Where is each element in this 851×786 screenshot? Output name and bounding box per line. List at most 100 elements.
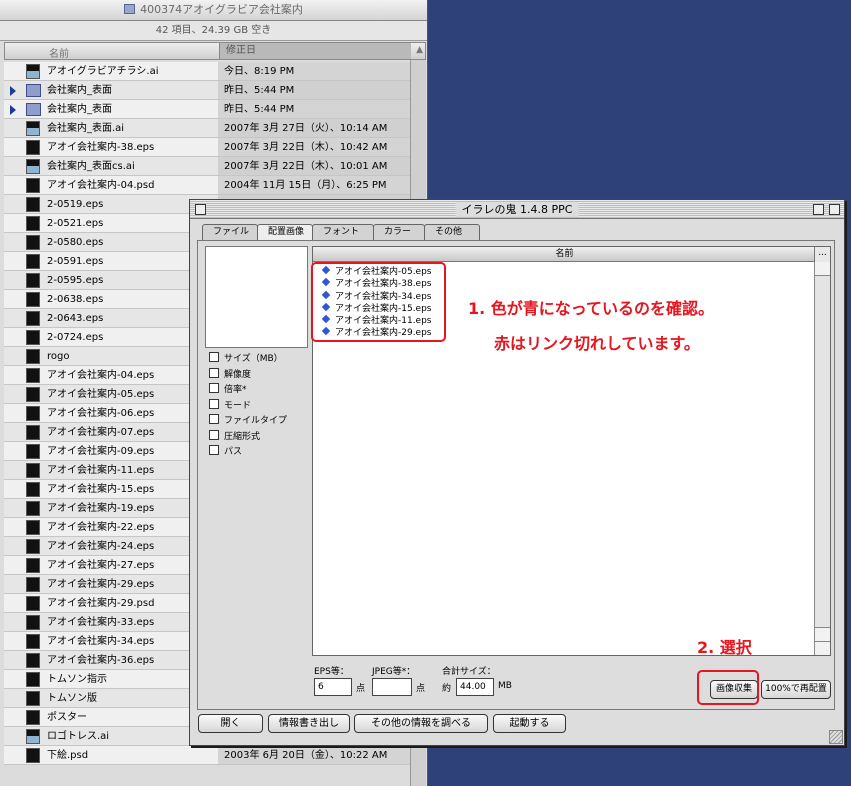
file-date: 昨日、5:44 PM <box>218 81 410 99</box>
file-name: ポスター <box>47 712 87 723</box>
file-row[interactable]: 会社案内_表面cs.ai 2007年 3月 22日（木）、10:01 AM <box>4 157 410 176</box>
info-checkbox[interactable]: 解像度 <box>209 367 287 384</box>
tab-placed-images[interactable]: 配置画像 <box>257 224 313 241</box>
file-name: 2-0519.eps <box>47 199 104 210</box>
checkbox-icon[interactable] <box>209 367 219 378</box>
tab-fonts[interactable]: フォント <box>312 224 374 240</box>
file-name: アオイグラビアチラシ.ai <box>47 66 159 77</box>
info-checkbox[interactable]: パス <box>209 445 287 461</box>
scroll-up-arrow-icon-2[interactable] <box>815 627 830 641</box>
file-icon <box>26 634 40 649</box>
file-row[interactable]: 会社案内_表面.ai 2007年 3月 27日（火）、10:14 AM <box>4 119 410 138</box>
file-icon <box>26 691 40 706</box>
export-info-button[interactable]: 情報書き出し <box>268 714 350 733</box>
file-name: 会社案内_表面 <box>47 85 112 96</box>
file-name: アオイ会社案内-04.eps <box>47 370 155 381</box>
checkbox-label: パス <box>224 447 243 457</box>
finder-titlebar[interactable]: 400374アオイグラビア会社案内 <box>0 0 427 21</box>
collapse-box-icon[interactable] <box>829 204 840 215</box>
oni-titlebar[interactable]: イラレの鬼 1.4.8 PPC <box>190 200 844 219</box>
list-options-button[interactable]: ... <box>814 247 830 262</box>
resize-handle-icon[interactable] <box>829 730 843 744</box>
file-row[interactable]: 会社案内_表面 昨日、5:44 PM <box>4 81 410 100</box>
column-name[interactable]: 名前 <box>49 45 69 60</box>
file-icon <box>26 311 40 326</box>
scroll-down-arrow-icon[interactable] <box>815 641 830 655</box>
file-name: 2-0643.eps <box>47 313 104 324</box>
file-name: アオイ会社案内-34.eps <box>47 636 155 647</box>
checkbox-label: モード <box>224 400 252 411</box>
file-row[interactable]: 下絵.psd 2003年 6月 20日（金）、10:22 AM <box>4 746 410 765</box>
launch-button[interactable]: 起動する <box>493 714 566 733</box>
file-row[interactable]: アオイグラビアチラシ.ai 今日、8:19 PM <box>4 62 410 81</box>
scroll-up-arrow-icon[interactable] <box>815 262 830 276</box>
file-icon <box>26 615 40 630</box>
checkbox-icon[interactable] <box>209 383 219 393</box>
file-icon <box>26 273 40 288</box>
more-info-button[interactable]: その他の情報を調べる <box>354 714 488 733</box>
checkbox-label: サイズ（MB） <box>224 354 283 364</box>
total-size-field[interactable]: 44.00 <box>456 678 494 696</box>
file-row[interactable]: アオイ会社案内-04.psd 2004年 11月 15日（月）、6:25 PM <box>4 176 410 195</box>
file-name: アオイ会社案内-22.eps <box>47 522 155 533</box>
finder-title: 400374アオイグラビア会社案内 <box>140 3 303 16</box>
sort-direction-icon[interactable]: ▲ <box>416 45 423 55</box>
list-scrollbar[interactable] <box>814 262 830 655</box>
open-button[interactable]: 開く <box>198 714 263 733</box>
tab-other[interactable]: その他 <box>424 224 480 240</box>
file-row[interactable]: 会社案内_表面 昨日、5:44 PM <box>4 100 410 119</box>
file-icon <box>26 653 40 668</box>
file-name: 会社案内_表面.ai <box>47 123 125 134</box>
collect-button-highlight <box>697 670 759 705</box>
tab-colors[interactable]: カラー <box>373 224 425 240</box>
total-size-unit: MB <box>498 681 512 691</box>
checkbox-icon[interactable] <box>209 429 219 440</box>
file-name: 2-0580.eps <box>47 237 104 248</box>
checkbox-icon[interactable] <box>209 352 219 362</box>
info-checkbox[interactable]: 倍率* <box>209 383 287 399</box>
file-row[interactable]: アオイ会社案内-38.eps 2007年 3月 22日（木）、10:42 AM <box>4 138 410 157</box>
file-icon <box>26 444 40 459</box>
disclosure-triangle-icon[interactable] <box>10 86 16 96</box>
close-box-icon[interactable] <box>195 204 206 215</box>
info-checkbox[interactable]: ファイルタイプ <box>209 414 287 430</box>
info-checkbox[interactable]: サイズ（MB） <box>209 352 287 368</box>
eps-count-unit: 点 <box>356 684 366 694</box>
file-name: 下絵.psd <box>47 750 89 761</box>
iraren-oni-window: イラレの鬼 1.4.8 PPC ファイル 配置画像 フォント カラー その他 サ… <box>189 199 845 746</box>
file-icon <box>26 748 40 763</box>
eps-count-label: EPS等： <box>314 667 349 677</box>
eps-count-field[interactable]: 6 <box>314 678 352 696</box>
file-name: アオイ会社案内-04.psd <box>47 180 155 191</box>
file-icon <box>26 596 40 611</box>
file-name: rogo <box>47 351 70 362</box>
file-icon <box>26 216 40 231</box>
file-name: アオイ会社案内-15.eps <box>47 484 155 495</box>
info-checkbox[interactable]: モード <box>209 398 287 415</box>
checkbox-icon[interactable] <box>209 414 219 424</box>
column-date[interactable]: 修正日 <box>219 43 411 59</box>
disclosure-triangle-icon[interactable] <box>10 105 16 115</box>
file-name: アオイ会社案内-19.eps <box>47 503 155 514</box>
file-icon <box>26 577 40 592</box>
file-icon <box>26 558 40 573</box>
jpeg-count-field[interactable] <box>372 678 412 696</box>
checkbox-label: 倍率* <box>224 385 247 395</box>
file-icon <box>26 197 40 212</box>
file-name: アオイ会社案内-07.eps <box>47 427 155 438</box>
checkbox-icon[interactable] <box>209 398 219 409</box>
file-date: 2004年 11月 15日（月）、6:25 PM <box>218 176 410 194</box>
file-name: アオイ会社案内-36.eps <box>47 655 155 666</box>
zoom-box-icon[interactable] <box>813 204 824 215</box>
info-checkbox[interactable]: 圧縮形式 <box>209 429 287 446</box>
replace-100-button[interactable]: 100%で再配置 <box>761 680 831 699</box>
file-name: アオイ会社案内-11.eps <box>47 465 155 476</box>
file-icon <box>26 121 40 136</box>
list-header-name[interactable]: 名前 <box>313 247 816 262</box>
file-name: 会社案内_表面 <box>47 104 112 115</box>
checkbox-icon[interactable] <box>209 445 219 455</box>
file-icon <box>26 710 40 725</box>
file-icon <box>26 387 40 402</box>
folder-icon <box>26 103 41 116</box>
tab-file[interactable]: ファイル <box>202 224 258 240</box>
